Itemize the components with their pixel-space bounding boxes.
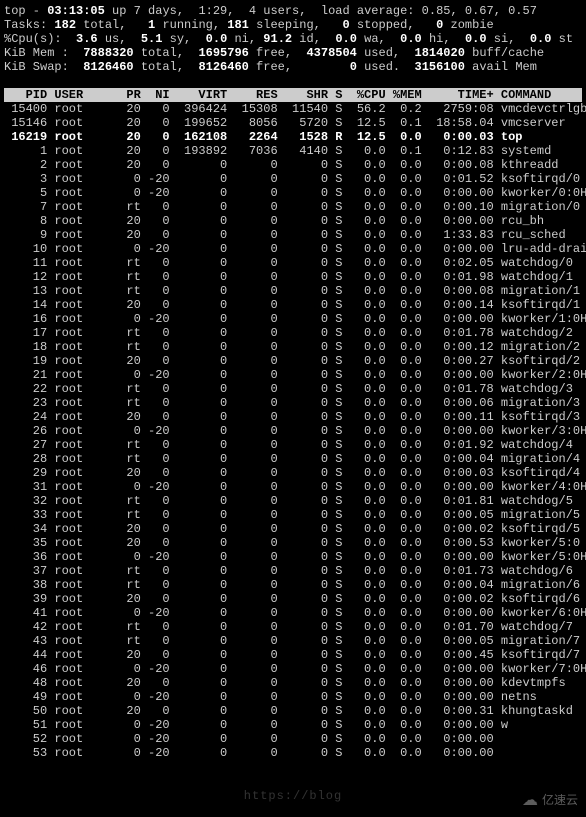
process-row[interactable]: 39 root 20 0 0 0 0 S 0.0 0.0 0:00.02 kso… [4, 592, 582, 606]
process-row[interactable]: 50 root 20 0 0 0 0 S 0.0 0.0 0:00.31 khu… [4, 704, 582, 718]
process-row[interactable]: 46 root 0 -20 0 0 0 S 0.0 0.0 0:00.00 kw… [4, 662, 582, 676]
process-row[interactable]: 17 root rt 0 0 0 0 S 0.0 0.0 0:01.78 wat… [4, 326, 582, 340]
process-row[interactable]: 9 root 20 0 0 0 0 S 0.0 0.0 1:33.83 rcu_… [4, 228, 582, 242]
process-table-header[interactable]: PID USER PR NI VIRT RES SHR S %CPU %MEM … [4, 88, 582, 102]
brand-watermark: ☁ 亿速云 [522, 793, 578, 809]
process-row[interactable]: 31 root 0 -20 0 0 0 S 0.0 0.0 0:00.00 kw… [4, 480, 582, 494]
process-row[interactable]: 27 root rt 0 0 0 0 S 0.0 0.0 0:01.92 wat… [4, 438, 582, 452]
process-row[interactable]: 51 root 0 -20 0 0 0 S 0.0 0.0 0:00.00 w [4, 718, 582, 732]
process-row[interactable]: 42 root rt 0 0 0 0 S 0.0 0.0 0:01.70 wat… [4, 620, 582, 634]
process-row[interactable]: 37 root rt 0 0 0 0 S 0.0 0.0 0:01.73 wat… [4, 564, 582, 578]
process-row[interactable]: 13 root rt 0 0 0 0 S 0.0 0.0 0:00.08 mig… [4, 284, 582, 298]
process-row[interactable]: 48 root 20 0 0 0 0 S 0.0 0.0 0:00.00 kde… [4, 676, 582, 690]
process-row[interactable]: 7 root rt 0 0 0 0 S 0.0 0.0 0:00.10 migr… [4, 200, 582, 214]
process-row[interactable]: 5 root 0 -20 0 0 0 S 0.0 0.0 0:00.00 kwo… [4, 186, 582, 200]
process-row[interactable]: 16 root 0 -20 0 0 0 S 0.0 0.0 0:00.00 kw… [4, 312, 582, 326]
process-row[interactable]: 19 root 20 0 0 0 0 S 0.0 0.0 0:00.27 kso… [4, 354, 582, 368]
process-row[interactable]: 33 root rt 0 0 0 0 S 0.0 0.0 0:00.05 mig… [4, 508, 582, 522]
process-row[interactable]: 53 root 0 -20 0 0 0 S 0.0 0.0 0:00.00 [4, 746, 582, 760]
process-row[interactable]: 16219 root 20 0 162108 2264 1528 R 12.5 … [4, 130, 582, 144]
process-row[interactable]: 24 root 20 0 0 0 0 S 0.0 0.0 0:00.11 kso… [4, 410, 582, 424]
summary-mem: KiB Mem : 7888320 total, 1695796 free, 4… [4, 46, 582, 60]
process-row[interactable]: 3 root 0 -20 0 0 0 S 0.0 0.0 0:01.52 kso… [4, 172, 582, 186]
process-row[interactable]: 32 root rt 0 0 0 0 S 0.0 0.0 0:01.81 wat… [4, 494, 582, 508]
process-row[interactable]: 26 root 0 -20 0 0 0 S 0.0 0.0 0:00.00 kw… [4, 424, 582, 438]
process-row[interactable]: 22 root rt 0 0 0 0 S 0.0 0.0 0:01.78 wat… [4, 382, 582, 396]
process-row[interactable]: 2 root 20 0 0 0 0 S 0.0 0.0 0:00.08 kthr… [4, 158, 582, 172]
blank-line [4, 74, 582, 88]
url-watermark: https://blog [244, 789, 342, 803]
process-row[interactable]: 28 root rt 0 0 0 0 S 0.0 0.0 0:00.04 mig… [4, 452, 582, 466]
process-row[interactable]: 52 root 0 -20 0 0 0 S 0.0 0.0 0:00.00 [4, 732, 582, 746]
process-row[interactable]: 11 root rt 0 0 0 0 S 0.0 0.0 0:02.05 wat… [4, 256, 582, 270]
process-row[interactable]: 12 root rt 0 0 0 0 S 0.0 0.0 0:01.98 wat… [4, 270, 582, 284]
process-row[interactable]: 36 root 0 -20 0 0 0 S 0.0 0.0 0:00.00 kw… [4, 550, 582, 564]
process-row[interactable]: 15400 root 20 0 396424 15308 11540 S 56.… [4, 102, 582, 116]
top-summary: top - 03:13:05 up 7 days, 1:29, 4 users,… [4, 4, 582, 74]
process-row[interactable]: 41 root 0 -20 0 0 0 S 0.0 0.0 0:00.00 kw… [4, 606, 582, 620]
watermark-text: 亿速云 [542, 794, 578, 808]
process-row[interactable]: 49 root 0 -20 0 0 0 S 0.0 0.0 0:00.00 ne… [4, 690, 582, 704]
process-row[interactable]: 21 root 0 -20 0 0 0 S 0.0 0.0 0:00.00 kw… [4, 368, 582, 382]
process-list[interactable]: 15400 root 20 0 396424 15308 11540 S 56.… [4, 102, 582, 760]
process-row[interactable]: 14 root 20 0 0 0 0 S 0.0 0.0 0:00.14 kso… [4, 298, 582, 312]
process-row[interactable]: 38 root rt 0 0 0 0 S 0.0 0.0 0:00.04 mig… [4, 578, 582, 592]
process-row[interactable]: 10 root 0 -20 0 0 0 S 0.0 0.0 0:00.00 lr… [4, 242, 582, 256]
process-row[interactable]: 18 root rt 0 0 0 0 S 0.0 0.0 0:00.12 mig… [4, 340, 582, 354]
process-row[interactable]: 44 root 20 0 0 0 0 S 0.0 0.0 0:00.45 kso… [4, 648, 582, 662]
process-row[interactable]: 15146 root 20 0 199652 8056 5720 S 12.5 … [4, 116, 582, 130]
cloud-icon: ☁ [522, 793, 538, 809]
process-row[interactable]: 8 root 20 0 0 0 0 S 0.0 0.0 0:00.00 rcu_… [4, 214, 582, 228]
process-row[interactable]: 23 root rt 0 0 0 0 S 0.0 0.0 0:00.06 mig… [4, 396, 582, 410]
summary-tasks: Tasks: 182 total, 1 running, 181 sleepin… [4, 18, 582, 32]
process-row[interactable]: 34 root 20 0 0 0 0 S 0.0 0.0 0:00.02 kso… [4, 522, 582, 536]
summary-cpu: %Cpu(s): 3.6 us, 5.1 sy, 0.0 ni, 91.2 id… [4, 32, 582, 46]
process-row[interactable]: 35 root 20 0 0 0 0 S 0.0 0.0 0:00.53 kwo… [4, 536, 582, 550]
summary-swap: KiB Swap: 8126460 total, 8126460 free, 0… [4, 60, 582, 74]
process-row[interactable]: 1 root 20 0 193892 7036 4140 S 0.0 0.1 0… [4, 144, 582, 158]
summary-line-1: top - 03:13:05 up 7 days, 1:29, 4 users,… [4, 4, 582, 18]
process-row[interactable]: 43 root rt 0 0 0 0 S 0.0 0.0 0:00.05 mig… [4, 634, 582, 648]
process-row[interactable]: 29 root 20 0 0 0 0 S 0.0 0.0 0:00.03 kso… [4, 466, 582, 480]
